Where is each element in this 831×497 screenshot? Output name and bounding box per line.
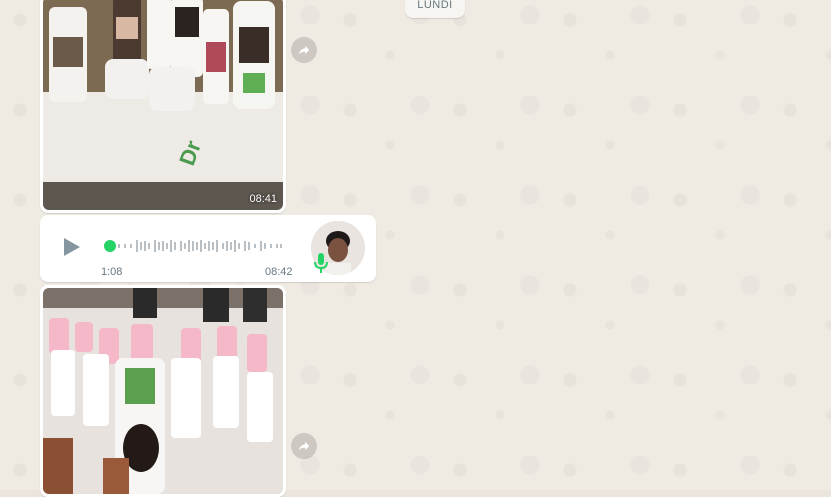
product-photo-2-art: [43, 288, 283, 494]
voice-timestamp: 08:42: [265, 266, 293, 278]
product-photo-2[interactable]: [43, 288, 283, 494]
day-label: LUNDI: [417, 0, 453, 11]
day-separator-chip: LUNDI: [405, 0, 465, 18]
product-photo-1[interactable]: Dr 08:41: [43, 0, 283, 210]
playback-progress-dot[interactable]: [104, 240, 116, 252]
forward-button-2[interactable]: [291, 433, 317, 459]
forward-button-1[interactable]: [291, 37, 317, 63]
image-message-1[interactable]: Dr 08:41: [40, 0, 286, 213]
message-timestamp: 08:41: [249, 193, 277, 205]
voice-waveform[interactable]: [104, 238, 284, 254]
microphone-icon: [314, 253, 328, 273]
play-button[interactable]: [58, 234, 84, 260]
forward-icon: [298, 441, 310, 451]
product-photo-1-art: Dr: [43, 0, 283, 210]
forward-icon: [298, 45, 310, 55]
voice-duration: 1:08: [101, 266, 123, 278]
play-icon: [64, 238, 80, 256]
image-message-2[interactable]: [40, 285, 286, 497]
